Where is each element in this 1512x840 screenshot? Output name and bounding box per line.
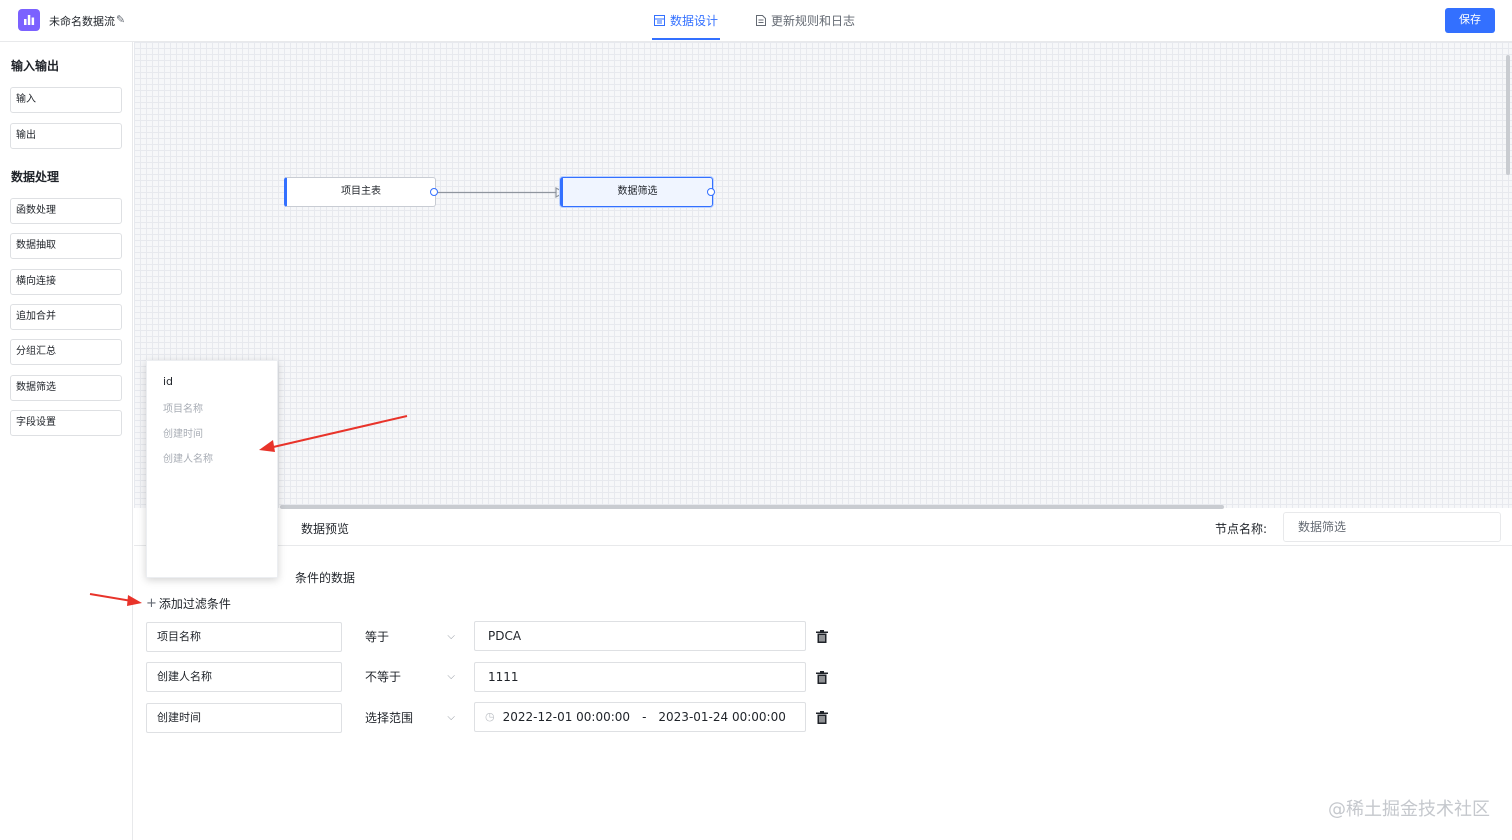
filter-operator-select[interactable]: 选择范围 ⌵	[357, 703, 461, 733]
filter-operator-value: 不等于	[365, 670, 402, 684]
flow-node-filter[interactable]: 数据筛选	[560, 177, 713, 207]
node-output-port[interactable]	[707, 188, 715, 196]
node-name-label: 节点名称:	[1215, 522, 1268, 536]
flow-node-source[interactable]: 项目主表	[284, 177, 436, 207]
node-output-port[interactable]	[430, 188, 438, 196]
sidebar-item-filter[interactable]: 数据筛选	[10, 375, 122, 401]
filter-value-input[interactable]: PDCA	[474, 621, 806, 651]
sidebar-item-group-summary[interactable]: 分组汇总	[10, 339, 122, 365]
top-header: 未命名数据流 ✎ 数据设计 更新规则和日志 保存	[0, 0, 1512, 42]
filter-field-select[interactable]: 创建时间	[146, 703, 342, 733]
tab-data-design[interactable]: 数据设计	[654, 12, 718, 29]
delete-icon[interactable]	[816, 671, 828, 684]
filter-operator-value: 等于	[365, 630, 390, 644]
field-options-dropdown: id 项目名称 创建时间 创建人名称	[146, 360, 278, 578]
add-filter-button[interactable]: + 添加过滤条件	[146, 595, 231, 612]
save-button[interactable]: 保存	[1445, 8, 1495, 33]
sidebar-item-input[interactable]: 输入	[10, 87, 122, 113]
canvas-horizontal-scrollbar[interactable]	[280, 505, 1224, 509]
dataflow-title: 未命名数据流	[49, 15, 115, 28]
tab-data-design-label: 数据设计	[670, 14, 719, 28]
dropdown-option-project-name[interactable]: 项目名称	[163, 400, 203, 415]
node-name-input[interactable]: 数据筛选	[1283, 512, 1501, 542]
sidebar-item-field-settings[interactable]: 字段设置	[10, 410, 122, 436]
chevron-down-icon: ⌵	[447, 631, 455, 642]
flow-edge-arrow	[438, 186, 566, 199]
flow-node-source-label: 项目主表	[341, 186, 381, 197]
chevron-down-icon: ⌵	[447, 671, 455, 682]
date-range-end[interactable]: 2023-01-24 00:00:00	[658, 703, 785, 731]
annotation-arrow-icon	[259, 415, 408, 452]
dropdown-option-created-time[interactable]: 创建时间	[163, 425, 203, 440]
sidebar-item-join[interactable]: 横向连接	[10, 269, 122, 295]
date-range-start[interactable]: 2022-12-01 00:00:00	[503, 703, 630, 731]
edit-title-icon[interactable]: ✎	[116, 13, 125, 26]
table-icon	[654, 15, 665, 26]
sidebar-item-append[interactable]: 追加合并	[10, 304, 122, 330]
filter-operator-select[interactable]: 等于 ⌵	[357, 622, 461, 652]
dropdown-option-id[interactable]: id	[163, 375, 173, 388]
active-tab-indicator	[652, 38, 720, 40]
watermark-text: @稀土掘金技术社区	[1328, 799, 1490, 820]
filter-description-text: 条件的数据	[295, 571, 356, 585]
annotation-arrow-icon	[89, 593, 142, 606]
plus-icon: +	[146, 596, 157, 611]
sidebar-group-io: 输入输出	[11, 59, 60, 73]
dropdown-option-creator-name[interactable]: 创建人名称	[163, 450, 213, 465]
sidebar-group-processing: 数据处理	[11, 170, 60, 184]
tab-update-rules-logs[interactable]: 更新规则和日志	[756, 12, 855, 29]
filter-operator-value: 选择范围	[365, 711, 414, 725]
sidebar-item-output[interactable]: 输出	[10, 123, 122, 149]
filter-field-select[interactable]: 创建人名称	[146, 662, 342, 692]
filter-operator-select[interactable]: 不等于 ⌵	[357, 662, 461, 692]
sidebar-item-function[interactable]: 函数处理	[10, 198, 122, 224]
app-logo-icon	[18, 9, 40, 31]
filter-field-select[interactable]: 项目名称	[146, 622, 342, 652]
operator-sidebar: 输入输出 输入 输出 数据处理 函数处理 数据抽取 横向连接 追加合并 分组汇总…	[0, 42, 133, 840]
document-icon	[756, 15, 766, 26]
canvas-vertical-scrollbar[interactable]	[1506, 55, 1510, 175]
tab-update-rules-logs-label: 更新规则和日志	[771, 14, 856, 28]
clock-icon: ◷	[485, 710, 495, 723]
flow-node-filter-label: 数据筛选	[617, 186, 658, 197]
delete-icon[interactable]	[816, 711, 828, 724]
add-filter-label: 添加过滤条件	[158, 597, 231, 611]
delete-icon[interactable]	[816, 630, 828, 643]
tab-data-preview[interactable]: 数据预览	[301, 520, 349, 537]
date-range-picker[interactable]: ◷ 2022-12-01 00:00:00 - 2023-01-24 00:00…	[474, 702, 806, 732]
filter-value-input[interactable]: 1111	[474, 662, 806, 692]
sidebar-item-extract[interactable]: 数据抽取	[10, 233, 122, 259]
date-range-separator: -	[642, 710, 647, 724]
chevron-down-icon: ⌵	[447, 712, 455, 723]
